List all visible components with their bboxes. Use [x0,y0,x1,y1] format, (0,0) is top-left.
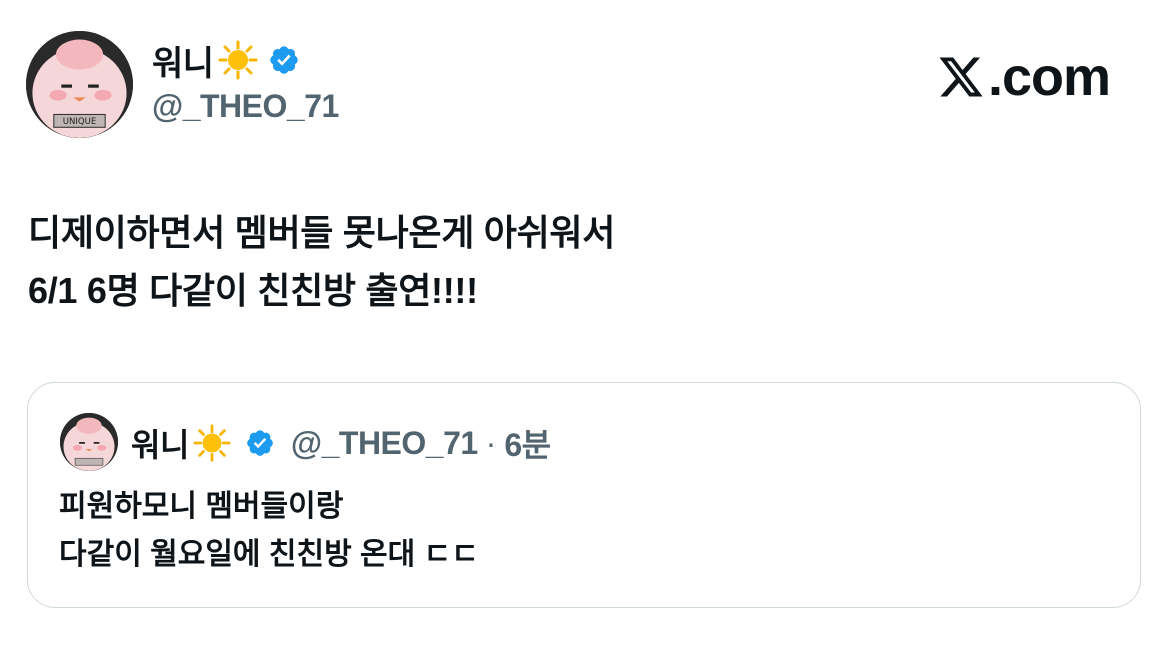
quoted-author-display-name[interactable]: 워니 [131,420,189,466]
quoted-tweet-text: 피원하모니 멤버들이랑 다같이 월요일에 친친방 온대 ㄷㄷ [59,483,479,579]
verified-badge-icon[interactable] [268,44,300,76]
separator-dot: · [485,424,497,461]
quoted-tweet-text-line: 다같이 월요일에 친친방 온대 ㄷㄷ [59,538,479,571]
sun-emoji-icon [193,424,231,462]
author-name-row: 워니 [152,36,300,85]
quoted-author-avatar[interactable] [60,413,118,471]
brand-domain-label: .com [988,47,1111,107]
author-handle[interactable]: @_THEO_71 [152,88,339,125]
avatar-image: UNIQUE [26,31,133,138]
author-avatar[interactable]: UNIQUE [26,31,133,138]
quoted-author-handle[interactable]: @_THEO_71 [291,425,478,462]
author-display-name[interactable]: 워니 [152,36,214,85]
x-logo-icon [939,57,983,97]
sun-emoji-icon [218,40,258,80]
quoted-author-row: 워니 @_THEO_71 · 6분 [131,421,551,465]
brand-logo: .com [936,47,1111,107]
quoted-tweet-timestamp[interactable]: 6분 [504,420,551,466]
tweet-text: 디제이하면서 멤버들 못나온게 아쉬워서 6/1 6명 다같이 친친방 출연!!… [28,204,615,320]
quoted-tweet-text-line: 피원하모니 멤버들이랑 [59,490,344,523]
avatar-image [60,413,118,471]
verified-badge-icon[interactable] [245,428,275,458]
tweet-text-line: 디제이하면서 멤버들 못나온게 아쉬워서 [28,212,616,253]
svg-text:UNIQUE: UNIQUE [63,117,97,127]
tweet-text-line: 6/1 6명 다같이 친친방 출연!!!! [28,270,478,311]
quoted-tweet-card[interactable]: 워니 @_THEO_71 · 6분 피원하모니 멤버들이랑 다같이 월요일에 친… [27,382,1141,608]
